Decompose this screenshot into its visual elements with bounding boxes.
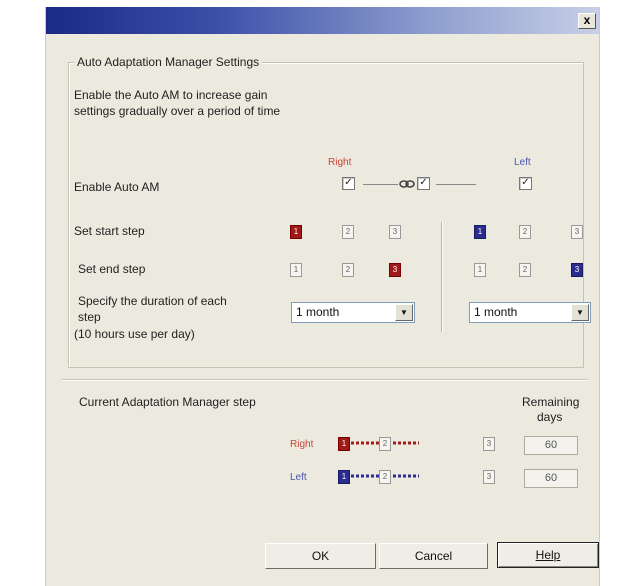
right-duration-value: 1 month [296, 305, 340, 319]
right-current-step-1: 1 [338, 437, 350, 451]
left-remaining-days: 60 [524, 469, 578, 488]
enable-right-checkbox[interactable]: ✓ [342, 177, 355, 190]
left-duration-value: 1 month [474, 305, 518, 319]
close-button[interactable]: x [578, 13, 596, 29]
chain-link-icon [399, 178, 415, 188]
enable-left-checkbox[interactable]: ✓ [519, 177, 532, 190]
link-line-left [363, 184, 398, 185]
side-divider [441, 222, 442, 332]
right-end-step-1[interactable]: 1 [290, 263, 302, 277]
right-start-step-2[interactable]: 2 [342, 225, 354, 239]
left-end-step-3[interactable]: 3 [571, 263, 583, 277]
description-line1: Enable the Auto AM to increase gain [74, 88, 268, 102]
ok-button[interactable]: OK [265, 543, 376, 569]
description-line2: settings gradually over a period of time [74, 104, 281, 118]
right-duration-select[interactable]: 1 month ▼ [291, 302, 415, 323]
current-step-label: Current Adaptation Manager step [79, 395, 256, 409]
end-step-label: Set end step [78, 262, 146, 276]
duration-label-line2: step [78, 310, 101, 324]
right-start-step-1[interactable]: 1 [290, 225, 302, 239]
right-start-step-3[interactable]: 3 [389, 225, 401, 239]
left-end-step-1[interactable]: 1 [474, 263, 486, 277]
left-current-step-2: 2 [379, 470, 391, 484]
left-start-step-1[interactable]: 1 [474, 225, 486, 239]
help-button[interactable]: Help [497, 542, 599, 568]
current-left-label: Left [290, 472, 307, 483]
remaining-label-line1: Remaining [522, 395, 580, 409]
auto-am-dialog: x Auto Adaptation Manager Settings Enabl… [45, 7, 600, 586]
link-sides-checkbox[interactable]: ✓ [417, 177, 430, 190]
remaining-label-line2: days [537, 410, 563, 424]
start-step-label: Set start step [74, 224, 145, 238]
duration-label-line1: Specify the duration of each [78, 294, 227, 308]
enable-label: Enable Auto AM [74, 180, 160, 194]
right-header: Right [328, 157, 352, 168]
left-duration-dropdown-icon[interactable]: ▼ [571, 304, 589, 321]
section-separator [62, 379, 587, 380]
help-button-label: Help [535, 548, 561, 562]
right-current-step-2: 2 [379, 437, 391, 451]
right-end-step-3[interactable]: 3 [389, 263, 401, 277]
link-line-right [436, 184, 476, 185]
left-current-step-3: 3 [483, 470, 495, 484]
left-start-step-2[interactable]: 2 [519, 225, 531, 239]
left-header: Left [514, 157, 531, 168]
right-current-step-3: 3 [483, 437, 495, 451]
duration-note: (10 hours use per day) [74, 327, 195, 341]
left-duration-select[interactable]: 1 month ▼ [469, 302, 591, 323]
right-remaining-days: 60 [524, 436, 578, 455]
group-title: Auto Adaptation Manager Settings [74, 55, 263, 69]
title-bar[interactable]: x [46, 7, 599, 34]
left-end-step-2[interactable]: 2 [519, 263, 531, 277]
left-current-step-1: 1 [338, 470, 350, 484]
left-start-step-3[interactable]: 3 [571, 225, 583, 239]
right-end-step-2[interactable]: 2 [342, 263, 354, 277]
current-right-label: Right [290, 439, 314, 450]
cancel-button[interactable]: Cancel [379, 543, 488, 569]
right-duration-dropdown-icon[interactable]: ▼ [395, 304, 413, 321]
